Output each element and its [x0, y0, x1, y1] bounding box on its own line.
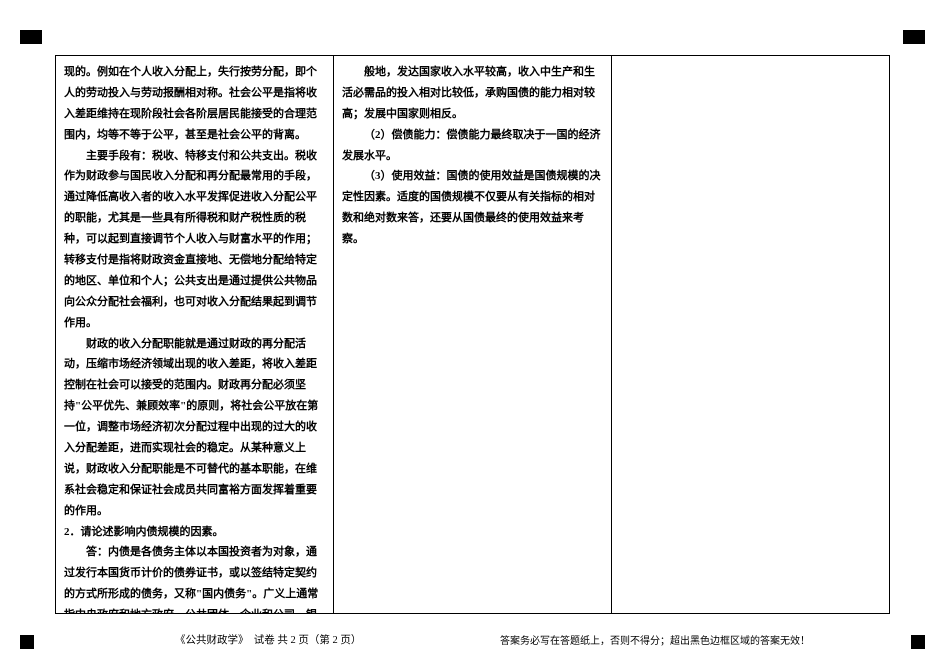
- column-2: 般地，发达国家收入水平较高，收入中生产和生活必需品的投入相对比较低，承购国债的能…: [333, 56, 611, 613]
- footer-right-text: 答案务必写在答题纸上，否则不得分；超出黑色边框区域的答案无效！: [500, 632, 810, 647]
- column-1-text: 现的。例如在个人收入分配上，失行按劳分配，即个人的劳动投入与劳动报酬相对称。社会…: [64, 62, 325, 613]
- col2-para1: 般地，发达国家收入水平较高，收入中生产和生活必需品的投入相对比较低，承购国债的能…: [342, 62, 603, 125]
- col2-para3: （3）使用效益：国债的使用效益是国债规模的决定性因素。适度的国债规模不仅要从有关…: [342, 166, 603, 250]
- col1-para2: 主要手段有：税收、特移支付和公共支出。税收作为财政参与国民收入分配和再分配最常用…: [64, 146, 325, 334]
- top-right-marker: [903, 30, 925, 44]
- col1-question2: 2．请论述影响内债规模的因素。: [64, 522, 325, 543]
- column-2-text: 般地，发达国家收入水平较高，收入中生产和生活必需品的投入相对比较低，承购国债的能…: [342, 62, 603, 250]
- top-left-marker: [20, 30, 42, 44]
- col1-para4: 答：内债是各债务主体以本国投资者为对象，通过发行本国货币计价的债券证书，或以签结…: [64, 542, 325, 613]
- col2-para2: （2）偿债能力：偿债能力最终取决于一国的经济发展水平。: [342, 125, 603, 167]
- col1-para1: 现的。例如在个人收入分配上，失行按劳分配，即个人的劳动投入与劳动报酬相对称。社会…: [64, 62, 325, 146]
- column-3: [611, 56, 889, 613]
- page-content-frame: 现的。例如在个人收入分配上，失行按劳分配，即个人的劳动投入与劳动报酬相对称。社会…: [55, 55, 890, 614]
- column-1: 现的。例如在个人收入分配上，失行按劳分配，即个人的劳动投入与劳动报酬相对称。社会…: [56, 56, 333, 613]
- bottom-left-marker: [20, 635, 34, 649]
- bottom-right-marker: [911, 635, 925, 649]
- footer-left-text: 《公共财政学》 试卷 共 2 页（第 2 页）: [175, 632, 361, 647]
- col1-para3: 财政的收入分配职能就是通过财政的再分配活动，压缩市场经济领域出现的收入差距，将收…: [64, 334, 325, 522]
